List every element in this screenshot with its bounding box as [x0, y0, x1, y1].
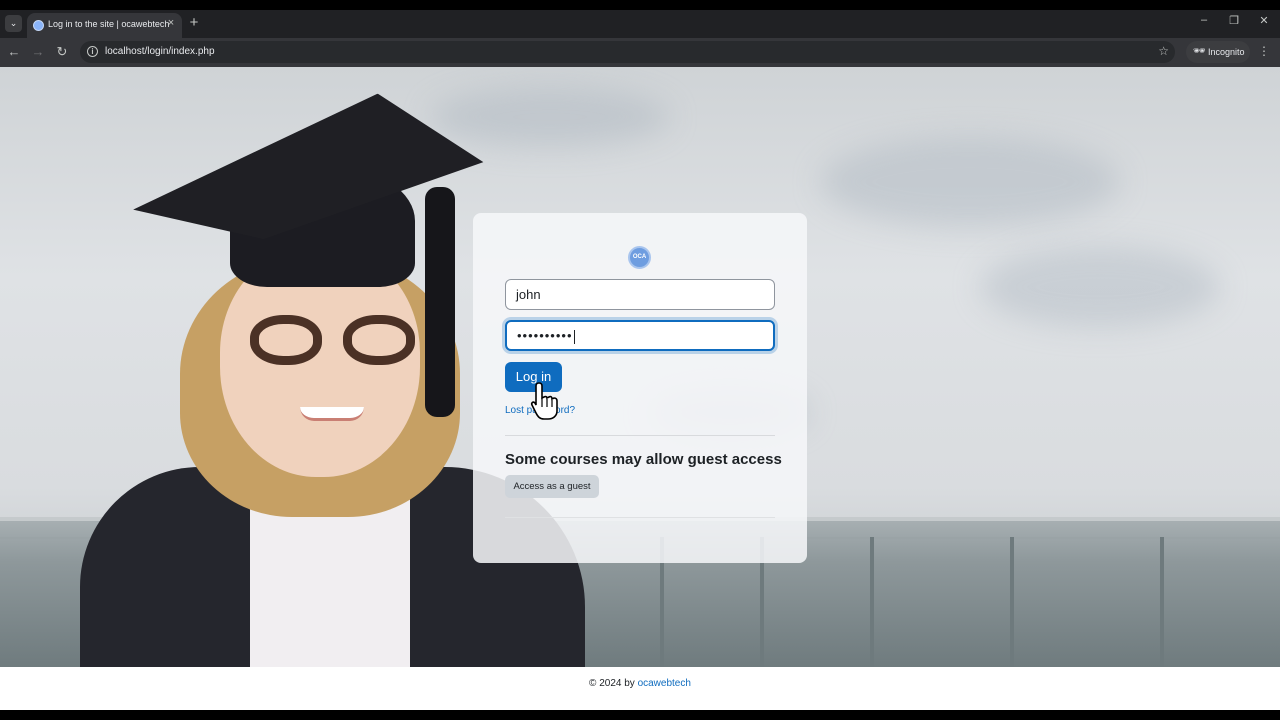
cap-tassel: [425, 187, 455, 417]
pillar: [1160, 537, 1164, 667]
close-window-icon[interactable]: ✕: [1254, 14, 1274, 27]
new-tab-icon[interactable]: +: [186, 14, 202, 31]
copyright-text: © 2024 by: [589, 678, 638, 689]
site-logo: OCA: [628, 246, 651, 269]
pillar: [870, 537, 874, 667]
tab-search-icon[interactable]: ⌄: [5, 15, 22, 32]
guest-access-button[interactable]: Access as a guest: [505, 475, 599, 498]
divider: [505, 517, 775, 518]
minimize-icon[interactable]: –: [1194, 14, 1214, 26]
glasses-left: [250, 315, 322, 365]
page-background: OCA john •••••••••• Log in Lost password…: [0, 67, 1280, 667]
guest-access-heading: Some courses may allow guest access: [505, 451, 782, 468]
bookmark-star-icon[interactable]: ☆: [1158, 44, 1169, 58]
page-footer: © 2024 by ocawebtech: [0, 667, 1280, 710]
incognito-badge[interactable]: 🕶 Incognito: [1186, 41, 1250, 63]
divider: [505, 435, 775, 436]
pillar: [1010, 537, 1014, 667]
glasses-right: [343, 315, 415, 365]
url-text: localhost/login/index.php: [105, 46, 215, 57]
restore-icon[interactable]: ❐: [1224, 14, 1244, 27]
tab-close-icon[interactable]: ×: [165, 17, 177, 29]
tab-strip: ⌄ Log in to the site | ocawebtech × + – …: [0, 10, 1280, 38]
letterbox-bottom: [0, 710, 1280, 720]
site-info-icon[interactable]: i: [87, 46, 98, 57]
favicon-icon: [33, 20, 44, 31]
browser-tab[interactable]: Log in to the site | ocawebtech ×: [27, 13, 182, 38]
incognito-icon: 🕶: [1193, 46, 1206, 57]
letterbox-top: [0, 0, 1280, 10]
incognito-label: Incognito: [1208, 47, 1245, 57]
username-value: john: [516, 287, 541, 302]
address-bar[interactable]: i localhost/login/index.php ☆: [80, 41, 1175, 63]
reload-icon[interactable]: ↻: [53, 43, 71, 61]
hand-pointer-cursor-icon: [530, 382, 558, 420]
text-caret: [573, 329, 575, 344]
browser-toolbar: ← → ↻ i localhost/login/index.php ☆ 🕶 In…: [0, 38, 1280, 67]
password-value: ••••••••••: [517, 328, 573, 343]
browser-menu-icon[interactable]: ⋮: [1258, 44, 1270, 58]
username-input[interactable]: john: [505, 279, 775, 310]
tab-title: Log in to the site | ocawebtech: [48, 19, 170, 29]
forward-icon[interactable]: →: [29, 43, 47, 61]
cloud: [980, 247, 1220, 327]
smile: [300, 407, 364, 421]
password-input[interactable]: ••••••••••: [505, 320, 775, 351]
footer-text: © 2024 by ocawebtech: [0, 678, 1280, 689]
login-card: OCA john •••••••••• Log in Lost password…: [473, 213, 807, 563]
footer-link[interactable]: ocawebtech: [638, 678, 691, 689]
cloud: [820, 137, 1120, 227]
back-icon[interactable]: ←: [5, 43, 23, 61]
